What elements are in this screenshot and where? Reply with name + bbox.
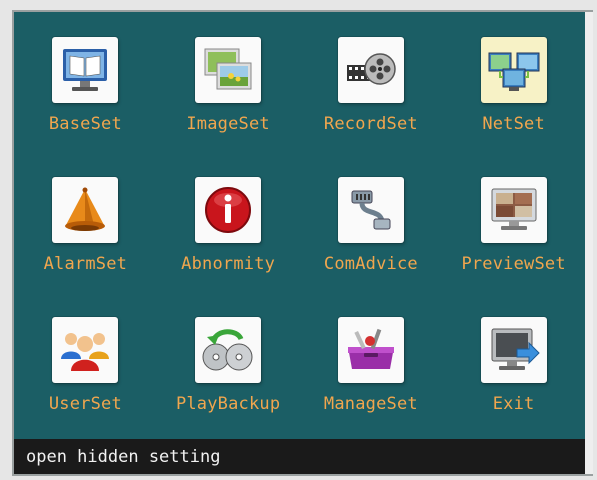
- menu-item-manageset[interactable]: ManageSet: [300, 292, 443, 432]
- menu-item-playbackup[interactable]: PlayBackup: [157, 292, 300, 432]
- menu-item-label: ImageSet: [186, 114, 270, 134]
- menu-item-label: PlayBackup: [175, 394, 281, 414]
- menu-item-userset[interactable]: UserSet: [14, 292, 157, 432]
- menu-item-comadvice[interactable]: ComAdvice: [300, 152, 443, 292]
- menu-item-abnormity[interactable]: Abnormity: [157, 152, 300, 292]
- menu-item-label: Exit: [492, 394, 535, 414]
- status-text: open hidden setting: [26, 446, 221, 467]
- menu-item-label: ManageSet: [323, 394, 418, 414]
- menu-item-label: RecordSet: [323, 114, 418, 134]
- menu-item-label: AlarmSet: [43, 254, 128, 274]
- exit-monitor-icon: [480, 317, 547, 383]
- toolbox-icon: [337, 317, 404, 383]
- menu-item-exit[interactable]: Exit: [442, 292, 585, 432]
- menu-item-imageset[interactable]: ImageSet: [157, 12, 300, 152]
- settings-menu-screen: BaseSet ImageSet RecordSet NetSet AlarmS…: [14, 12, 585, 439]
- menu-item-baseset[interactable]: BaseSet: [14, 12, 157, 152]
- preview-monitor-icon: [480, 177, 547, 243]
- cable-plug-icon: [337, 177, 404, 243]
- info-warning-icon: [195, 177, 262, 243]
- disc-backup-icon: [195, 317, 262, 383]
- menu-item-label: NetSet: [482, 114, 545, 134]
- alarm-bell-icon: [52, 177, 119, 243]
- users-icon: [52, 317, 119, 383]
- menu-grid: BaseSet ImageSet RecordSet NetSet AlarmS…: [14, 12, 585, 439]
- menu-item-recordset[interactable]: RecordSet: [300, 12, 443, 152]
- frame-edge: [585, 12, 593, 474]
- network-monitors-icon: [480, 37, 547, 103]
- menu-item-label: Abnormity: [181, 254, 276, 274]
- menu-item-netset[interactable]: NetSet: [442, 12, 585, 152]
- menu-item-previewset[interactable]: PreviewSet: [442, 152, 585, 292]
- image-frames-icon: [195, 37, 262, 103]
- menu-item-label: PreviewSet: [461, 254, 566, 274]
- film-reel-icon: [337, 37, 404, 103]
- status-bar: open hidden setting: [14, 439, 585, 474]
- menu-item-label: ComAdvice: [323, 254, 418, 274]
- menu-item-label: BaseSet: [48, 114, 122, 134]
- book-monitor-icon: [52, 37, 119, 103]
- menu-item-label: UserSet: [48, 394, 122, 414]
- menu-item-alarmset[interactable]: AlarmSet: [14, 152, 157, 292]
